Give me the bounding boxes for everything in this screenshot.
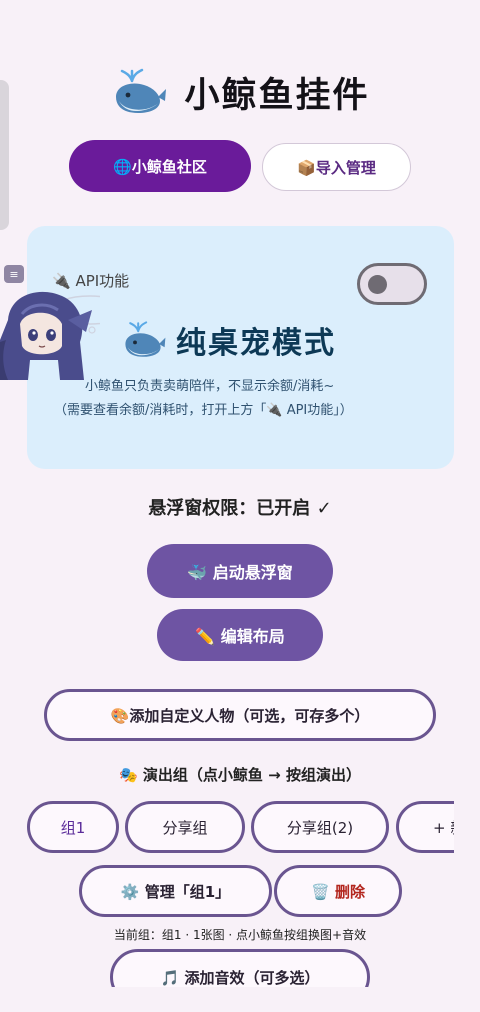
add-custom-character-button[interactable]: 🎨添加自定义人物（可选，可存多个） (44, 689, 436, 741)
whale-icon (125, 321, 166, 357)
add-sound-button[interactable]: 🎵 添加音效（可多选） (110, 949, 370, 987)
whale-icon (116, 68, 167, 113)
toggle-knob (368, 275, 387, 294)
current-group-info: 当前组：组1 · 1张图 · 点小鲸鱼按组换图+音效 (113, 928, 367, 942)
add-sound-container: 🎵 添加音效（可多选） (100, 944, 380, 987)
pet-mode-heading: 纯桌宠模式 (120, 318, 336, 362)
delete-group-button[interactable]: 🗑️ 删除 (274, 865, 402, 917)
import-manage-button[interactable]: 📦导入管理 (262, 143, 411, 191)
show-group-label: 🎭 演出组（点小鲸鱼 → 按组演出） (119, 766, 361, 784)
group-chip-share[interactable]: 分享组 (125, 801, 245, 853)
floating-mascot-image[interactable] (0, 280, 100, 380)
permission-status: 悬浮窗权限：已开启 ✓ (148, 498, 332, 519)
group-chip-share-2[interactable]: 分享组(2) (251, 801, 389, 853)
manage-group-button[interactable]: ⚙️ 管理「组1」 (79, 865, 272, 917)
group-chip-1[interactable]: 组1 (27, 801, 119, 853)
api-function-toggle[interactable] (357, 263, 427, 305)
edit-layout-button[interactable]: ✏️ 编辑布局 (157, 609, 323, 661)
pet-mode-description: 小鲸鱼只负责卖萌陪伴，不显示余额/消耗~ (85, 379, 335, 394)
group-chip-row: 组1 分享组 分享组(2) + 新 (0, 795, 454, 859)
community-button[interactable]: 🌐小鲸鱼社区 (69, 140, 251, 192)
new-group-chip[interactable]: + 新 (396, 801, 454, 853)
app-header: 小鲸鱼挂件 (0, 62, 480, 122)
pet-mode-note: （需要查看余额/消耗时，打开上方「🔌 API功能」） (54, 403, 353, 418)
start-float-window-button[interactable]: 🐳 启动悬浮窗 (147, 544, 333, 598)
app-title: 小鲸鱼挂件 (184, 75, 370, 116)
pet-mode-title: 纯桌宠模式 (176, 326, 336, 361)
